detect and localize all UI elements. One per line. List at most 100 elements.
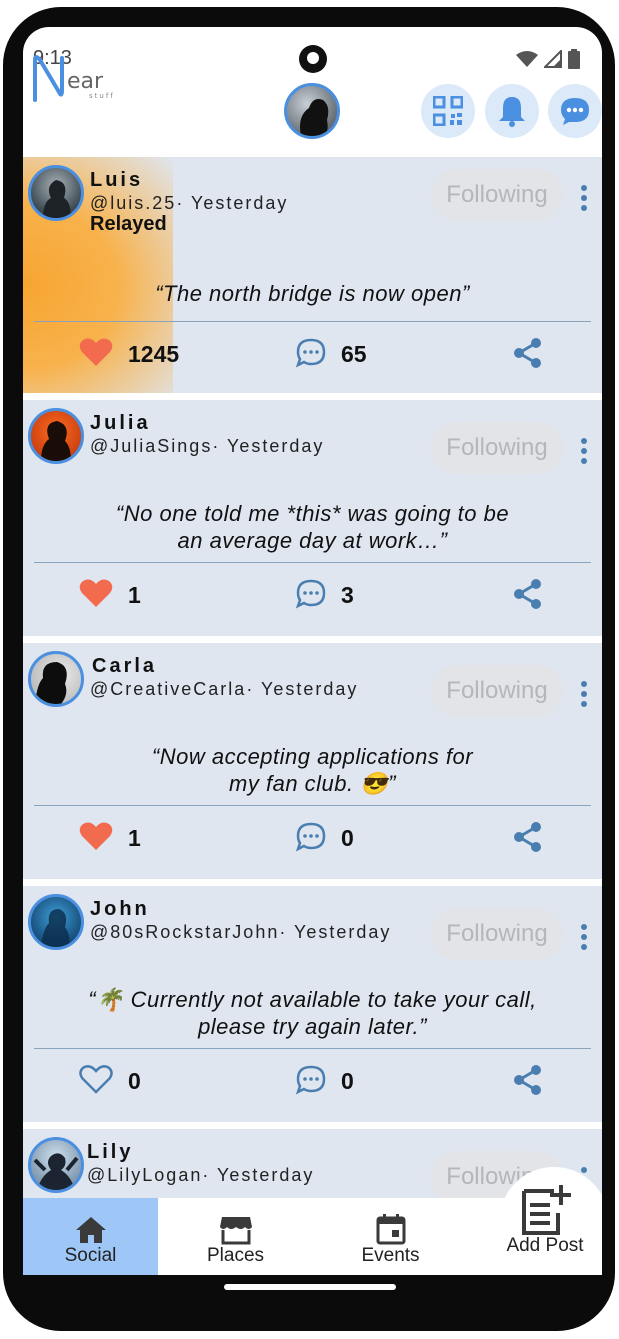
post-actions: 1 0 [23,819,602,859]
post-text-line: “🌴 Currently not available to take your … [88,987,537,1012]
handle-text: @LilyLogan [87,1165,203,1185]
post-text-line: please try again later.” [198,1014,427,1039]
battery-icon [568,49,580,69]
like-count: 1 [128,582,141,608]
post-divider [34,805,591,806]
heart-icon[interactable] [79,821,113,851]
post-feed[interactable]: Luis @luis.25· Yesterday Relayed Followi… [23,157,602,1198]
comment-icon[interactable] [295,337,327,369]
post-handle: @80sRockstarJohn· Yesterday [90,922,391,943]
post-divider [34,321,591,322]
post-time: · Yesterday [176,193,289,213]
post-handle: @JuliaSings· Yesterday [90,436,324,457]
share-icon[interactable] [513,1064,543,1096]
nav-social[interactable]: Social [23,1198,158,1275]
avatar[interactable] [28,408,84,464]
chat-bubble-icon [561,98,589,125]
nav-places-label: Places [206,1245,265,1266]
following-button[interactable]: Following [431,169,563,221]
following-button[interactable]: Following [431,908,563,960]
handle-text: @80sRockstarJohn [90,922,280,942]
nav-add-post-label: Add Post [506,1235,584,1256]
svg-text:stuff: stuff [89,92,115,100]
post-username[interactable]: John [90,898,150,921]
post-time: · Yesterday [202,1165,315,1185]
avatar[interactable] [28,165,84,221]
post-text: “No one told me *this* was going to be an… [23,500,602,554]
comment-icon[interactable] [295,821,327,853]
post-username[interactable]: Carla [92,655,157,678]
relayed-label: Relayed [90,213,167,235]
comment-count: 0 [341,1068,354,1094]
app-header: ear stuff [23,55,602,157]
notifications-button[interactable] [485,84,539,138]
comment-count: 65 [341,341,367,367]
heart-icon[interactable] [79,337,113,367]
post-divider [34,562,591,563]
post-text-line: an average day at work…” [177,528,448,553]
profile-avatar[interactable] [284,83,340,139]
nav-add-post[interactable]: Add Post [495,1177,595,1265]
phone-frame: 9:13 ear stuff Luis @luis.25· Yesterday … [3,7,615,1331]
post-text: “🌴 Currently not available to take your … [23,986,602,1040]
post-actions: 1245 65 [23,335,602,375]
avatar[interactable] [28,651,84,707]
svg-text:ear: ear [67,69,104,94]
post-text-line: “Now accepting applications for [151,744,474,769]
nav-events[interactable]: Events [333,1198,448,1275]
post-text-line: “No one told me *this* was going to be [115,501,510,526]
nav-social-label: Social [64,1245,117,1266]
post-text: “The north bridge is now open” [155,281,470,306]
wifi-icon [516,51,538,67]
comment-count: 0 [341,825,354,851]
post-username[interactable]: Julia [90,412,151,435]
post-handle: @LilyLogan· Yesterday [87,1165,314,1186]
share-icon[interactable] [513,578,543,610]
handle-text: @luis.25 [90,193,177,213]
handle-text: @JuliaSings [90,436,213,456]
home-indicator[interactable] [224,1284,396,1290]
share-icon[interactable] [513,821,543,853]
avatar[interactable] [28,1137,84,1193]
more-options-icon[interactable] [581,924,587,950]
post-text: “Now accepting applications for my fan cl… [23,743,602,797]
more-options-icon[interactable] [581,438,587,464]
more-options-icon[interactable] [581,681,587,707]
post-username[interactable]: Lily [87,1141,133,1164]
post-actions: 0 0 [23,1062,602,1102]
handle-text: @CreativeCarla [90,679,247,699]
following-button[interactable]: Following [431,422,563,474]
like-count: 1245 [128,341,180,367]
comment-icon[interactable] [295,578,327,610]
qr-code-icon [433,96,463,126]
post-text-line: my fan club. 😎” [229,771,396,796]
post-card: Julia @JuliaSings· Yesterday Following “… [23,400,602,636]
post-handle: @CreativeCarla· Yesterday [90,679,358,700]
post-card: John @80sRockstarJohn· Yesterday Followi… [23,886,602,1122]
heart-outline-icon[interactable] [79,1064,113,1094]
camera-cutout [299,45,327,73]
post-username[interactable]: Luis [90,169,143,192]
more-options-icon[interactable] [581,185,587,211]
add-post-icon [522,1185,571,1235]
nav-places[interactable]: Places [178,1198,293,1275]
share-icon[interactable] [513,337,543,369]
calendar-icon [376,1214,405,1245]
post-card: Carla @CreativeCarla· Yesterday Followin… [23,643,602,879]
status-icons [516,49,580,69]
post-time: · Yesterday [212,436,325,456]
post-time: · Yesterday [246,679,359,699]
heart-icon[interactable] [79,578,113,608]
post-divider [34,1048,591,1049]
near-logo: ear stuff [33,55,115,102]
following-button[interactable]: Following [431,665,563,717]
avatar[interactable] [28,894,84,950]
comment-count: 3 [341,582,354,608]
qr-code-button[interactable] [421,84,475,138]
home-icon [75,1217,106,1243]
comment-icon[interactable] [295,1064,327,1096]
post-time: · Yesterday [279,922,392,942]
bell-icon [499,97,525,127]
nav-events-label: Events [361,1245,420,1266]
messages-button[interactable] [548,84,602,138]
